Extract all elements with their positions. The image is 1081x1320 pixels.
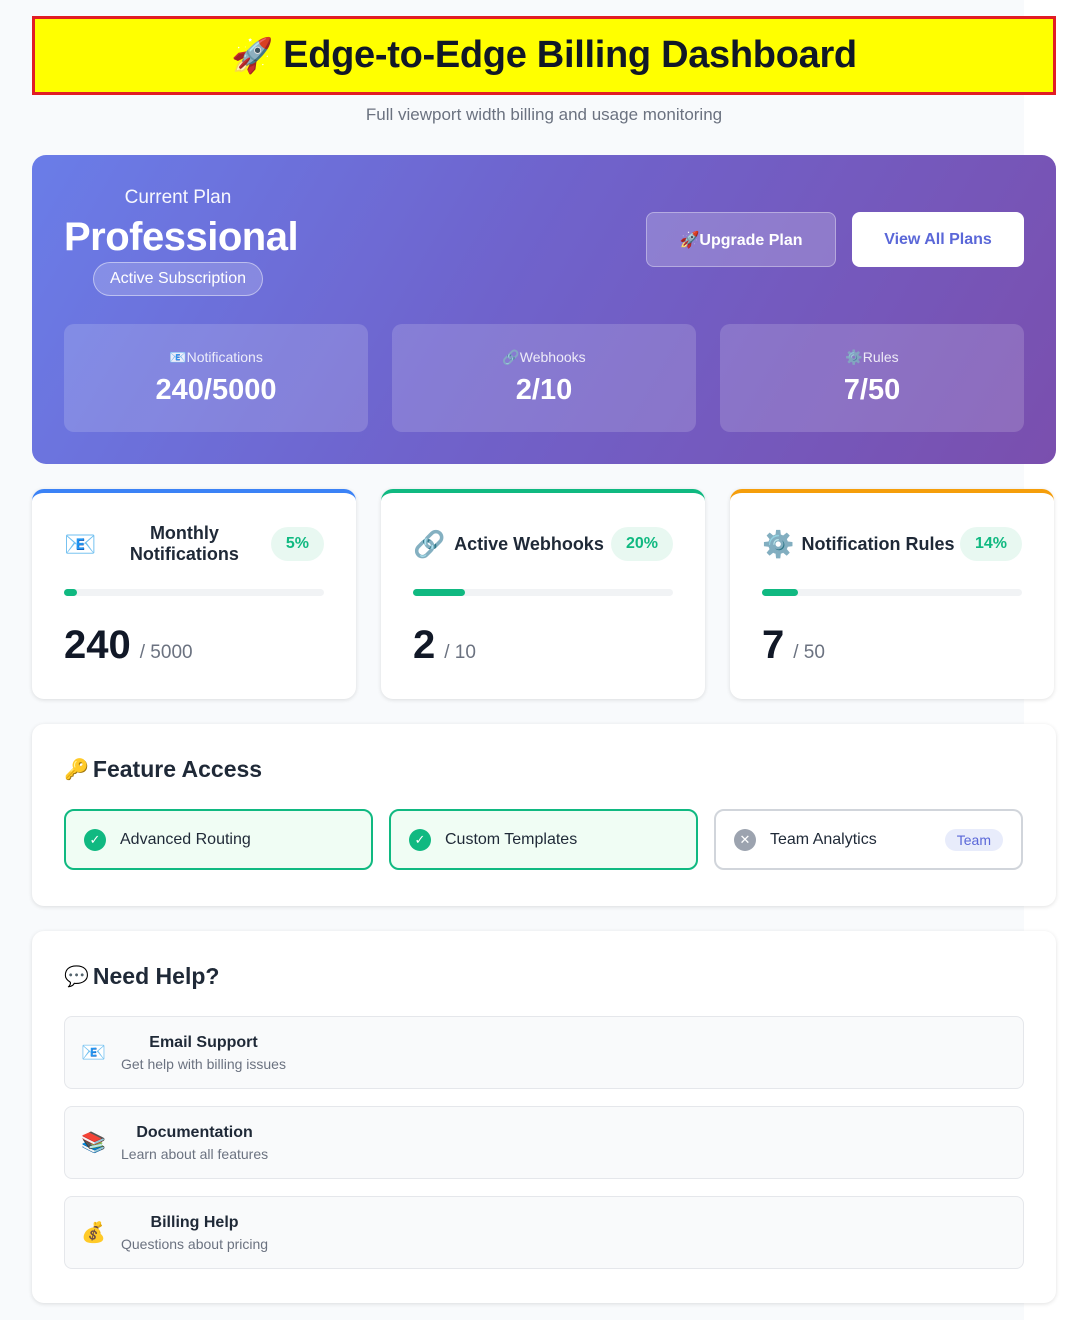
help-title: 💬 Need Help?: [64, 963, 1024, 990]
plan-stat-value: 7/50: [843, 374, 901, 406]
plan-stat-webhooks: 🔗Webhooks 2/10: [392, 324, 696, 432]
usage-card-title: Notification Rules: [801, 533, 955, 554]
speech-bubble-icon: 💬: [64, 966, 89, 988]
plan-stat-notifications: 📧Notifications 240/5000: [64, 324, 368, 432]
help-item-description: Get help with billing issues: [121, 1055, 286, 1072]
usage-card-header: ⚙️ Notification Rules 14%: [762, 521, 1022, 567]
rocket-icon: 🚀: [231, 36, 274, 75]
usage-progress-bar: [413, 589, 673, 596]
help-item-text: Documentation Learn about all features: [121, 1124, 268, 1162]
feature-access-panel: 🔑 Feature Access ✓ Advanced Routing ✓ Cu…: [32, 724, 1056, 906]
usage-progress-fill: [413, 589, 465, 596]
usage-card-header: 📧 Monthly Notifications 5%: [64, 521, 324, 567]
email-icon: 📧: [64, 528, 97, 559]
check-icon: ✓: [409, 828, 431, 851]
help-item-text: Billing Help Questions about pricing: [121, 1214, 268, 1252]
usage-card-title: Monthly Notifications: [129, 523, 239, 564]
usage-card-header: 🔗 Active Webhooks 20%: [413, 521, 673, 567]
usage-used: 7: [762, 623, 785, 667]
help-item-description: Questions about pricing: [121, 1235, 269, 1252]
locked-x-icon: ✕: [734, 828, 756, 851]
help-documentation[interactable]: 📚 Documentation Learn about all features: [64, 1106, 1024, 1179]
usage-percent-badge: 5%: [270, 527, 324, 561]
dashboard-page: 🚀 Edge-to-Edge Billing Dashboard Full vi…: [32, 16, 1056, 1303]
plan-actions: 🚀Upgrade Plan View All Plans: [646, 212, 1024, 267]
help-item-title: Email Support: [149, 1033, 258, 1051]
help-item-text: Email Support Get help with billing issu…: [121, 1034, 286, 1072]
page-subtitle: Full viewport width billing and usage mo…: [365, 105, 723, 124]
link-icon: 🔗: [413, 528, 446, 559]
help-item-description: Learn about all features: [121, 1145, 269, 1162]
feature-list: ✓ Advanced Routing ✓ Custom Templates ✕ …: [64, 809, 1024, 870]
plan-stat-label: 🔗Webhooks: [502, 349, 586, 365]
plan-stat-value: 240/5000: [155, 374, 277, 406]
key-icon: 🔑: [64, 759, 89, 781]
usage-percent-badge: 14%: [959, 527, 1022, 561]
help-item-title: Billing Help: [150, 1213, 239, 1231]
help-list: 📧 Email Support Get help with billing is…: [64, 1016, 1024, 1269]
usage-progress-fill: [762, 589, 799, 596]
plan-stat-label: ⚙️Rules: [845, 349, 899, 365]
plan-summary: Current Plan Professional Active Subscri…: [64, 187, 299, 296]
usage-value: 2 / 10: [413, 623, 476, 668]
feature-access-title: 🔑 Feature Access: [64, 756, 1024, 783]
usage-card-rules: ⚙️ Notification Rules 14% 7 / 50: [730, 489, 1054, 699]
view-all-plans-button[interactable]: View All Plans: [852, 212, 1024, 267]
upgrade-plan-button[interactable]: 🚀Upgrade Plan: [646, 212, 836, 267]
check-icon: ✓: [84, 828, 106, 851]
plan-stat-label: 📧Notifications: [169, 349, 263, 365]
feature-advanced-routing: ✓ Advanced Routing: [64, 809, 373, 870]
help-panel: 💬 Need Help? 📧 Email Support Get help wi…: [32, 931, 1056, 1303]
plan-stat-rules: ⚙️Rules 7/50: [720, 324, 1024, 432]
usage-limit: / 5000: [139, 642, 193, 663]
current-plan-card: Current Plan Professional Active Subscri…: [32, 155, 1056, 464]
help-email-support[interactable]: 📧 Email Support Get help with billing is…: [64, 1016, 1024, 1089]
page-title: Edge-to-Edge Billing Dashboard: [283, 34, 857, 76]
help-heading: Need Help?: [92, 963, 220, 989]
subscription-status-badge: Active Subscription: [92, 262, 264, 296]
feature-team-analytics: ✕ Team Analytics Team: [714, 809, 1023, 870]
plan-label: Current Plan: [124, 187, 232, 208]
plan-stats: 📧Notifications 240/5000 🔗Webhooks 2/10 ⚙…: [64, 324, 1024, 432]
usage-percent-badge: 20%: [610, 527, 673, 561]
title-banner: 🚀 Edge-to-Edge Billing Dashboard: [32, 16, 1056, 95]
feature-label: Advanced Routing: [120, 830, 251, 848]
usage-value: 7 / 50: [762, 623, 825, 668]
usage-limit: / 10: [444, 642, 476, 663]
money-bag-icon: 💰: [81, 1222, 106, 1244]
gear-icon: ⚙️: [762, 528, 795, 559]
usage-used: 2: [413, 623, 436, 667]
usage-card-title: Active Webhooks: [454, 533, 604, 554]
feature-label: Team Analytics: [770, 830, 877, 848]
usage-cards: 📧 Monthly Notifications 5% 240 / 5000 🔗 …: [32, 489, 1056, 699]
required-tier-badge: Team: [944, 828, 1003, 851]
plan-stat-value: 2/10: [515, 374, 573, 406]
usage-progress-bar: [762, 589, 1022, 596]
usage-progress-fill: [64, 589, 77, 596]
help-item-title: Documentation: [136, 1123, 253, 1141]
feature-custom-templates: ✓ Custom Templates: [389, 809, 698, 870]
usage-progress-bar: [64, 589, 324, 596]
help-billing[interactable]: 💰 Billing Help Questions about pricing: [64, 1196, 1024, 1269]
usage-used: 240: [64, 623, 131, 667]
usage-card-webhooks: 🔗 Active Webhooks 20% 2 / 10: [381, 489, 705, 699]
usage-card-notifications: 📧 Monthly Notifications 5% 240 / 5000: [32, 489, 356, 699]
feature-access-heading: Feature Access: [92, 756, 263, 782]
usage-value: 240 / 5000: [64, 623, 193, 668]
email-icon: 📧: [81, 1042, 106, 1064]
books-icon: 📚: [81, 1132, 106, 1154]
usage-limit: / 50: [793, 642, 825, 663]
plan-name: Professional: [64, 215, 299, 259]
feature-label: Custom Templates: [445, 830, 578, 848]
